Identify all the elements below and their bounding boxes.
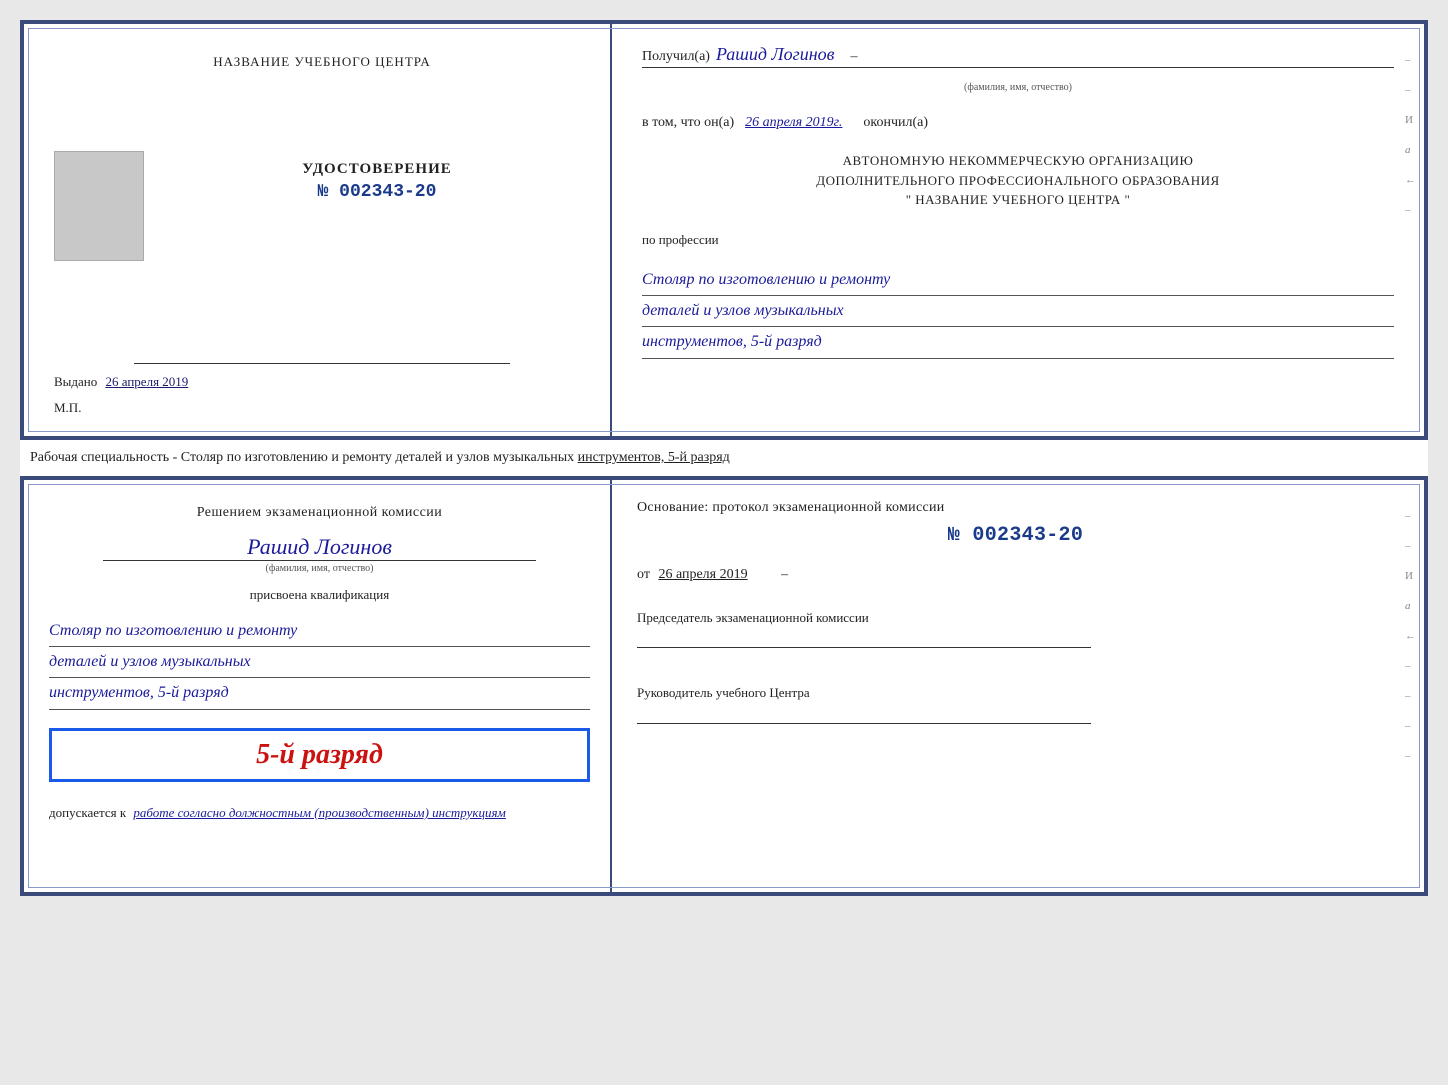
bottom-certificate: Решением экзаменационной комиссии Рашид …	[20, 476, 1428, 896]
qual-line1: Столяр по изготовлению и ремонту	[49, 616, 590, 647]
ot-row: от 26 апреля 2019 –	[637, 567, 1394, 583]
top-certificate: НАЗВАНИЕ УЧЕБНОГО ЦЕНТРА УДОСТОВЕРЕНИЕ №…	[20, 20, 1428, 440]
profession-line2: деталей и узлов музыкальных	[642, 296, 1394, 327]
udostoverenie-title: УДОСТОВЕРЕНИЕ	[302, 161, 452, 178]
recipient-name-top: Рашид Логинов	[716, 44, 834, 65]
right-edge-marks-top: – – И а ← –	[1405, 54, 1416, 216]
cert-top-left-bottom: Выдано 26 апреля 2019 М.П.	[54, 333, 590, 416]
vtom-row: в том, что он(а) 26 апреля 2019г. окончи…	[642, 115, 1394, 131]
dash-after-name: –	[850, 49, 857, 65]
qualification-block: Столяр по изготовлению и ремонту деталей…	[49, 616, 590, 710]
separator-text: Рабочая специальность - Столяр по изгото…	[20, 440, 1428, 476]
org-line2: ДОПОЛНИТЕЛЬНОГО ПРОФЕССИОНАЛЬНОГО ОБРАЗО…	[642, 171, 1394, 191]
predsedatel-block: Председатель экзаменационной комиссии	[637, 608, 1394, 649]
vtom-label: в том, что он(а)	[642, 115, 734, 131]
cert-top-left-middle: УДОСТОВЕРЕНИЕ № 002343-20	[54, 151, 590, 261]
completion-date: 26 апреля 2019г.	[745, 115, 842, 131]
dopuskaetsya-row: допускается к работе согласно должностны…	[49, 805, 590, 821]
qual-line3: инструментов, 5-й разряд	[49, 678, 590, 709]
vydano-row: Выдано 26 апреля 2019	[54, 374, 590, 390]
cert-top-left: НАЗВАНИЕ УЧЕБНОГО ЦЕНТРА УДОСТОВЕРЕНИЕ №…	[24, 24, 612, 436]
bottom-recipient-name: Рашид Логинов	[247, 534, 392, 560]
ot-date: 26 апреля 2019	[658, 567, 747, 582]
separator-underlined-text: инструментов, 5-й разряд	[578, 450, 730, 465]
fio-label-bottom: (фамилия, имя, отчество)	[266, 563, 374, 574]
dopuskaetsya-label: допускается к	[49, 805, 126, 820]
photo-placeholder	[54, 151, 144, 261]
dopuskaetsya-work: работе согласно должностным (производств…	[133, 805, 505, 820]
cert-bottom-right: Основание: протокол экзаменационной коми…	[612, 480, 1424, 892]
profession-block-top: Столяр по изготовлению и ремонту деталей…	[642, 265, 1394, 359]
poluchil-row: Получил(а) Рашид Логинов –	[642, 44, 1394, 68]
separator-main-text: Рабочая специальность - Столяр по изгото…	[30, 450, 578, 465]
rukovoditel-line	[637, 723, 1091, 724]
vydano-label: Выдано	[54, 374, 97, 389]
org-line3: " НАЗВАНИЕ УЧЕБНОГО ЦЕНТРА "	[642, 190, 1394, 210]
prisvoena-label: присвоена квалификация	[49, 587, 590, 603]
po-professii-label: по профессии	[642, 232, 1394, 248]
vydano-date: 26 апреля 2019	[106, 374, 189, 389]
okonchil-label: окончил(а)	[863, 115, 928, 131]
rukovoditel-block: Руководитель учебного Центра	[637, 683, 1394, 724]
fio-label-top: (фамилия, имя, отчество)	[642, 82, 1394, 93]
signature-line	[134, 363, 509, 364]
udostoverenie-number: № 002343-20	[318, 182, 437, 202]
page-wrapper: НАЗВАНИЕ УЧЕБНОГО ЦЕНТРА УДОСТОВЕРЕНИЕ №…	[20, 20, 1428, 896]
predsedatel-label: Председатель экзаменационной комиссии	[637, 608, 1394, 628]
org-line1: АВТОНОМНУЮ НЕКОММЕРЧЕСКУЮ ОРГАНИЗАЦИЮ	[642, 151, 1394, 171]
right-edge-marks-bottom: – – И а ← – – – –	[1405, 510, 1416, 762]
mp-label: М.П.	[54, 400, 590, 416]
profession-line1: Столяр по изготовлению и ремонту	[642, 265, 1394, 296]
cert-bottom-left: Решением экзаменационной комиссии Рашид …	[24, 480, 612, 892]
org-full-block: АВТОНОМНУЮ НЕКОММЕРЧЕСКУЮ ОРГАНИЗАЦИЮ ДО…	[642, 151, 1394, 210]
resheniem-label: Решением экзаменационной комиссии	[49, 505, 590, 521]
razryad-text: 5-й разряд	[256, 739, 383, 770]
udostoverenie-block: УДОСТОВЕРЕНИЕ № 002343-20	[164, 151, 590, 202]
razryad-badge: 5-й разряд	[49, 728, 590, 782]
proto-number: № 002343-20	[637, 524, 1394, 547]
name-underline	[103, 560, 536, 561]
predsedatel-line	[637, 647, 1091, 648]
osnovanie-label: Основание: протокол экзаменационной коми…	[637, 500, 945, 515]
qual-line2: деталей и узлов музыкальных	[49, 647, 590, 678]
profession-line3: инструментов, 5-й разряд	[642, 327, 1394, 358]
rukovoditel-label: Руководитель учебного Центра	[637, 683, 1394, 703]
ot-label: от	[637, 567, 650, 582]
poluchil-label: Получил(а)	[642, 49, 710, 65]
cert-top-right: Получил(а) Рашид Логинов – (фамилия, имя…	[612, 24, 1424, 436]
bottom-name-block: Рашид Логинов (фамилия, имя, отчество)	[49, 534, 590, 574]
org-name-label: НАЗВАНИЕ УЧЕБНОГО ЦЕНТРА	[54, 54, 590, 70]
osnovanie-block: Основание: протокол экзаменационной коми…	[637, 500, 1394, 547]
